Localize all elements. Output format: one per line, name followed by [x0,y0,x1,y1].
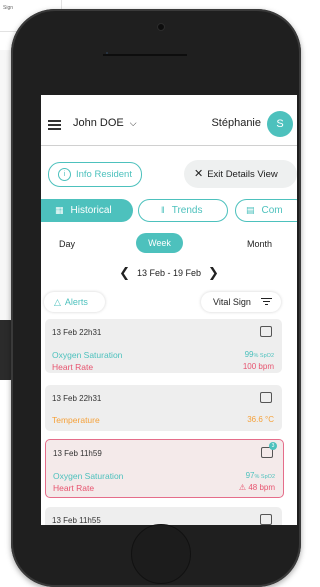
info-icon: i [58,167,71,181]
alert-measurement-card[interactable]: 13 Feb 11h59 3 Oxygen Saturation 97% SpO… [45,439,284,498]
measurement-card[interactable]: 13 Feb 22h31 Oxygen Saturation 99% SpO2 … [45,319,282,373]
measurement-name: Oxygen Saturation [53,471,124,481]
chevron-down-icon: ⌵ [129,118,137,128]
tab-comments-label: Com [261,205,283,216]
exit-details-view-button[interactable]: ✕ Exit Details View [184,160,297,188]
tab-trends-label: Trends [171,205,203,216]
tab-historical-label: Historical [70,205,112,216]
period-month[interactable]: Month [247,239,272,249]
alerts-filter-button[interactable]: △ Alerts [44,292,105,312]
close-icon: ✕ [194,168,204,180]
measurement-name: Temperature [52,415,100,425]
background-text: Sign [3,5,14,11]
measurement-name: Heart Rate [52,362,94,372]
resident-selector[interactable]: John DOE ⌵ [73,117,137,129]
date-range-label: 13 Feb - 19 Feb [136,268,202,278]
tab-trends[interactable]: ‖ Trends [138,199,228,222]
calendar-icon: ▦ [55,205,64,215]
top-bar: John DOE ⌵ Stéphanie S [41,95,297,146]
card-time: 13 Feb 22h31 [52,394,102,403]
period-week[interactable]: Week [136,233,183,253]
info-resident-label: Info Resident [76,169,132,180]
phone-frame: John DOE ⌵ Stéphanie S i Info Resident ✕ Ex… [11,9,301,587]
comment-count-badge: 3 [269,442,277,450]
comment-icon[interactable] [260,514,272,525]
measurement-value: ⚠ 48 bpm [238,483,275,492]
next-arrow-icon[interactable]: ❯ [208,265,219,280]
info-resident-button[interactable]: i Info Resident [48,162,142,187]
avatar[interactable]: S [267,111,293,137]
measurement-value: 97% SpO2 [245,471,275,480]
earpiece-speaker [103,54,187,56]
comment-icon[interactable] [260,326,272,337]
measurement-card[interactable]: 13 Feb 11h55 [45,507,282,525]
home-button[interactable] [131,524,191,584]
filter-icon [261,298,272,307]
measurement-card[interactable]: 13 Feb 22h31 Temperature 36.6 °C [45,385,282,431]
measurement-value: 100 bpm [242,362,274,371]
comment-icon[interactable] [260,392,272,403]
user-name: Stéphanie [211,117,261,129]
hamburger-menu-icon[interactable] [48,120,61,130]
previous-arrow-icon[interactable]: ❮ [119,265,130,280]
vital-sign-filter-button[interactable]: Vital Sign [201,292,281,312]
date-range-navigator: ❮ 13 Feb - 19 Feb ❯ [41,265,297,281]
period-day[interactable]: Day [59,239,75,249]
app-screen: John DOE ⌵ Stéphanie S i Info Resident ✕ Ex… [41,95,297,525]
measurement-value: 99% SpO2 [244,350,274,359]
measurement-value: 36.6 °C [247,415,274,424]
comment-icon: ▤ [246,205,255,215]
bars-icon: ‖ [161,205,165,215]
card-time: 13 Feb 11h59 [53,449,102,458]
resident-name: John DOE [73,117,124,129]
tab-comments[interactable]: ▤ Com [235,199,297,222]
front-camera [157,23,165,31]
alerts-label: Alerts [64,297,88,307]
card-time: 13 Feb 11h55 [52,516,101,525]
card-time: 13 Feb 22h31 [52,328,102,337]
measurement-name: Oxygen Saturation [52,350,123,360]
tab-historical[interactable]: ▦ Historical [41,199,133,222]
exit-details-label: Exit Details View [207,169,278,180]
warning-icon: △ [54,297,61,307]
vital-sign-label: Vital Sign [213,297,251,307]
measurement-name: Heart Rate [53,483,95,493]
